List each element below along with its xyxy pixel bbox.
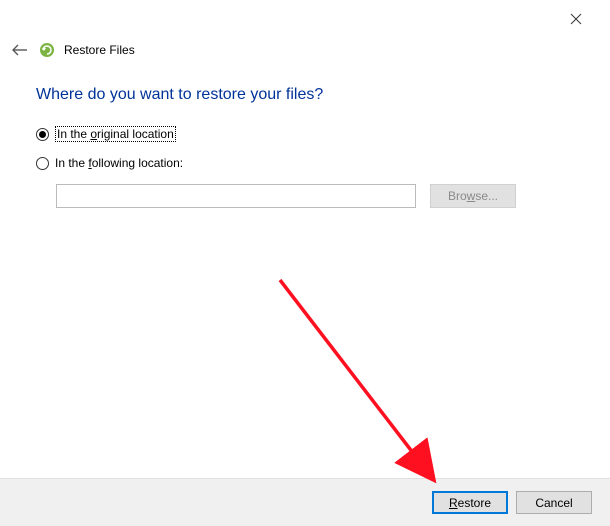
following-location-label: In the following location: [55,156,183,170]
original-location-label: In the original location [55,126,176,142]
location-input[interactable] [56,184,416,208]
footer: Restore Cancel [0,478,610,526]
cancel-button[interactable]: Cancel [516,491,592,514]
close-icon [570,13,582,25]
restore-location-group: In the original location In the followin… [36,126,574,208]
header: Restore Files [10,40,135,60]
back-arrow-icon [11,43,29,57]
window-title: Restore Files [64,43,135,57]
annotation-arrow-icon [0,0,610,526]
close-button[interactable] [556,6,596,32]
radio-unselected-icon [36,157,49,170]
browse-button: Browse... [430,184,516,208]
content-area: Where do you want to restore your files?… [36,86,574,208]
location-row: Browse... [56,184,574,208]
question-heading: Where do you want to restore your files? [36,86,574,104]
restore-files-icon [38,41,56,59]
radio-selected-icon [36,128,49,141]
following-location-option[interactable]: In the following location: [36,156,574,170]
restore-button[interactable]: Restore [432,491,508,514]
original-location-option[interactable]: In the original location [36,126,574,142]
back-button[interactable] [10,40,30,60]
